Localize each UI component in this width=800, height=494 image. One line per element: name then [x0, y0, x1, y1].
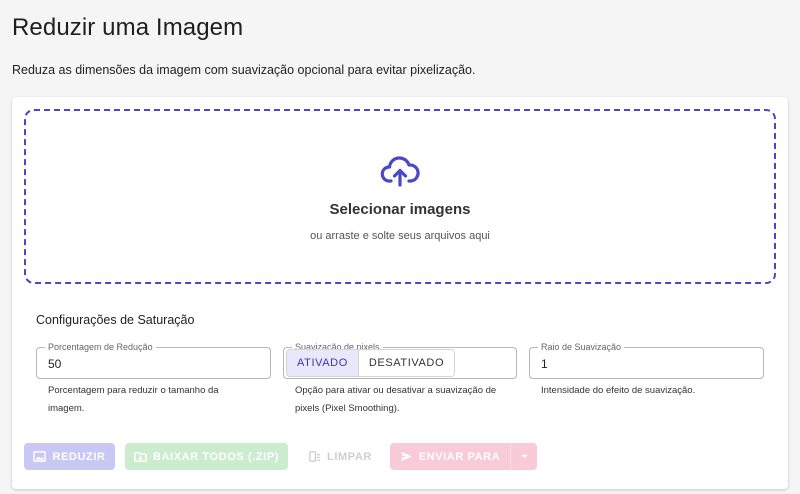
- reduction-percentage-input[interactable]: Porcentagem de Redução 50: [36, 341, 271, 379]
- toggle-ativado[interactable]: ATIVADO: [287, 350, 359, 376]
- image-icon: [33, 451, 47, 462]
- dropzone-title: Selecionar imagens: [329, 201, 471, 218]
- download-all-button-label: BAIXAR TODOS (.ZIP): [152, 450, 280, 463]
- page-title: Reduzir uma Imagem: [12, 14, 244, 41]
- smoothing-radius-value: 1: [541, 357, 548, 371]
- reduction-percentage-label: Porcentagem de Redução: [45, 341, 156, 353]
- clear-button-label: LIMPAR: [327, 450, 372, 463]
- send-to-button[interactable]: ENVIAR PARA: [390, 443, 510, 470]
- reduce-button[interactable]: REDUZIR: [24, 443, 115, 470]
- cloud-upload-icon: [380, 156, 420, 187]
- pixel-smoothing-helper: Opção para ativar ou desativar a suaviza…: [295, 385, 497, 414]
- pixel-smoothing-toggle: ATIVADO DESATIVADO: [286, 349, 456, 377]
- reduce-button-label: REDUZIR: [52, 450, 106, 463]
- reduction-percentage-helper: Porcentagem para reduzir o tamanho da im…: [48, 385, 219, 414]
- smoothing-radius-label: Raio de Suavização: [538, 341, 625, 353]
- image-dropzone[interactable]: Selecionar imagens ou arraste e solte se…: [24, 109, 776, 284]
- send-icon: [401, 451, 412, 462]
- clear-button[interactable]: LIMPAR: [298, 443, 382, 470]
- main-card: Selecionar imagens ou arraste e solte se…: [12, 97, 788, 489]
- smoothing-radius-helper: Intensidade do efeito de suavização.: [541, 385, 696, 396]
- folder-download-icon: [134, 452, 147, 462]
- dropzone-subtitle: ou arraste e solte seus arquivos aqui: [310, 230, 490, 242]
- send-to-button-label: ENVIAR PARA: [418, 450, 501, 463]
- clear-icon: [309, 451, 321, 462]
- send-to-dropdown-button[interactable]: [510, 443, 537, 470]
- toggle-desativado[interactable]: DESATIVADO: [358, 350, 455, 376]
- caret-down-icon: [520, 454, 528, 459]
- reduction-percentage-value: 50: [48, 357, 62, 371]
- settings-title: Configurações de Saturação: [36, 313, 195, 327]
- page-description: Reduza as dimensões da imagem com suaviz…: [12, 63, 476, 77]
- pixel-smoothing-field: Suavização de pixels ATIVADO DESATIVADO: [283, 341, 517, 379]
- smoothing-radius-input[interactable]: Raio de Suavização 1: [529, 341, 764, 379]
- download-all-button[interactable]: BAIXAR TODOS (.ZIP): [125, 443, 288, 470]
